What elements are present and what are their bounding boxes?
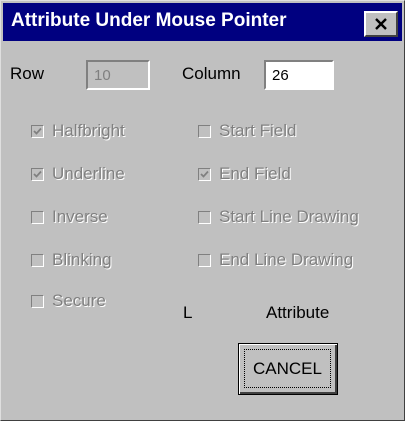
end-line-drawing-label: End Line Drawing [219, 250, 354, 269]
checkbox-box [31, 253, 44, 267]
cancel-focus-rect: CANCEL [244, 349, 331, 388]
blinking-checkbox[interactable]: Blinking [31, 250, 112, 270]
end-field-label: End Field [219, 164, 291, 183]
checkmark-icon [200, 170, 209, 178]
title-bar[interactable]: Attribute Under Mouse Pointer [3, 3, 402, 41]
start-field-checkbox[interactable]: Start Field [198, 121, 296, 141]
start-field-label: Start Field [219, 121, 297, 140]
checkmark-icon [33, 127, 42, 135]
cancel-label: CANCEL [253, 358, 322, 378]
inverse-label: Inverse [52, 207, 108, 226]
attribute-label: Attribute [266, 303, 330, 322]
inverse-checkbox[interactable]: Inverse [31, 207, 108, 227]
checkbox-box [198, 167, 211, 181]
attribute-value: L [183, 303, 193, 322]
start-line-drawing-label: Start Line Drawing [219, 207, 359, 226]
halfbright-label: Halfbright [52, 121, 125, 140]
row-label: Row [10, 64, 45, 83]
secure-label: Secure [52, 291, 106, 310]
cancel-button[interactable]: CANCEL [238, 343, 338, 395]
window-title: Attribute Under Mouse Pointer [11, 10, 287, 31]
checkbox-box [198, 124, 211, 138]
checkbox-box [31, 210, 44, 224]
checkbox-box [198, 253, 211, 267]
column-field[interactable] [264, 60, 334, 90]
blinking-label: Blinking [52, 250, 112, 269]
halfbright-checkbox[interactable]: Halfbright [31, 121, 125, 141]
column-label: Column [182, 64, 241, 83]
checkmark-icon [33, 170, 42, 178]
close-icon [366, 13, 396, 35]
end-line-drawing-checkbox[interactable]: End Line Drawing [198, 250, 353, 270]
secure-checkbox[interactable]: Secure [31, 291, 106, 311]
underline-label: Underline [52, 164, 125, 183]
close-button[interactable] [364, 11, 398, 37]
underline-checkbox[interactable]: Underline [31, 164, 125, 184]
checkbox-box [31, 167, 44, 181]
checkbox-box [198, 210, 211, 224]
attribute-dialog: Attribute Under Mouse Pointer Row Column… [0, 0, 405, 421]
end-field-checkbox[interactable]: End Field [198, 164, 291, 184]
checkbox-box [31, 294, 44, 308]
start-line-drawing-checkbox[interactable]: Start Line Drawing [198, 207, 359, 227]
row-field[interactable] [86, 60, 150, 90]
checkbox-box [31, 124, 44, 138]
